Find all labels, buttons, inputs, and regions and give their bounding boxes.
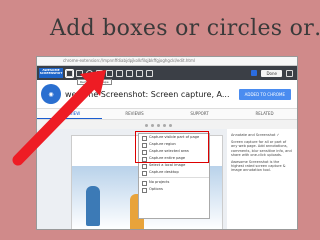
undo-icon[interactable] [146, 69, 153, 77]
pen-tool-icon[interactable] [116, 69, 123, 77]
menu-item-local-image[interactable]: Select a local image [139, 162, 209, 169]
circle-tool-icon[interactable] [86, 69, 93, 77]
slide-title: Add boxes or circles or… [50, 16, 320, 41]
done-button[interactable]: Done [261, 69, 282, 77]
tab-support[interactable]: SUPPORT [167, 109, 232, 119]
crop-tool-icon[interactable] [65, 68, 74, 78]
arrow-tool-icon[interactable] [96, 69, 103, 77]
store-header: ◉ wesome Screenshot: Screen capture, A..… [37, 80, 297, 109]
rectangle-tool-icon[interactable] [76, 69, 83, 77]
store-content: Capture visible part of page Capture reg… [37, 129, 297, 229]
tab-reviews[interactable]: REVIEWS [102, 109, 167, 119]
awesome-screenshot-logo: AWESOME SCREENSHOT [39, 68, 63, 78]
tab-overview[interactable]: OVERVIEW [37, 109, 102, 119]
editor-toolbar: AWESOME SCREENSHOT Done Rectangle & Shap… [37, 66, 297, 85]
url-bar[interactable]: chrome-extension://mpnnffdiabjdpjkolkfil… [37, 57, 297, 66]
extension-icon: ◉ [41, 84, 61, 104]
text-tool-icon[interactable] [126, 69, 133, 77]
menu-item-projects[interactable]: No projects [139, 179, 209, 186]
carousel-dot[interactable] [157, 124, 160, 127]
menu-item-options[interactable]: Options [139, 186, 209, 193]
extension-title: wesome Screenshot: Screen capture, A... [65, 89, 230, 99]
carousel-dots [145, 124, 172, 127]
share-icon[interactable] [251, 70, 258, 76]
carousel-dot[interactable] [163, 124, 166, 127]
screenshot-window: chrome-extension://mpnnffdiabjdpjkolkfil… [36, 56, 298, 230]
carousel-dot[interactable] [145, 124, 148, 127]
menu-divider [139, 177, 209, 178]
settings-icon[interactable] [286, 69, 293, 77]
added-to-chrome-button[interactable]: ADDED TO CHROME [238, 88, 291, 100]
line-tool-icon[interactable] [106, 69, 113, 77]
store-tabs: OVERVIEW REVIEWS SUPPORT RELATED [37, 109, 297, 120]
tab-related[interactable]: RELATED [232, 109, 297, 119]
sidebar-note: Awesome Screenshot is the highest rated … [231, 160, 286, 173]
person-figure [86, 186, 100, 226]
sidebar-description: Screen capture for all or part of any we… [231, 140, 292, 157]
store-sidebar: Annotate and Screenshot ✓ Screen capture… [227, 129, 297, 229]
carousel-dot[interactable] [169, 124, 172, 127]
menu-item-desktop[interactable]: Capture desktop [139, 169, 209, 176]
annotation-rectangle [135, 131, 209, 163]
blur-tool-icon[interactable] [136, 69, 143, 77]
sidebar-heading: Annotate and Screenshot ✓ [231, 133, 280, 137]
carousel-dot[interactable] [151, 124, 154, 127]
tool-tooltip: Rectangle & Shape [77, 79, 112, 85]
